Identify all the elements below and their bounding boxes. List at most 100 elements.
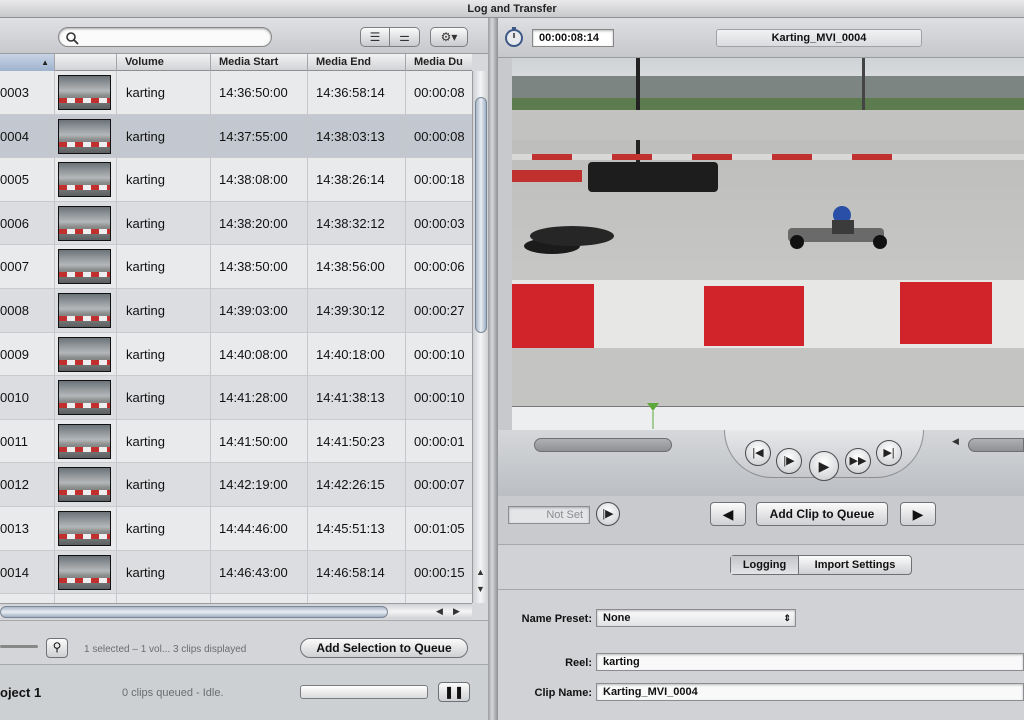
column-header-media-end[interactable]: Media End	[307, 54, 405, 71]
clip-media-end: 14:42:26:15	[316, 477, 385, 493]
thumbnail-column-header[interactable]	[54, 54, 116, 71]
horizontal-scrollbar[interactable]: ◀ ▶	[0, 603, 472, 619]
add-selection-to-queue-button[interactable]: Add Selection to Queue	[300, 638, 468, 658]
table-row[interactable]: 0011 karting 14:41:50:00 14:41:50:23 00:…	[0, 420, 472, 464]
table-row[interactable]: 0008 karting 14:39:03:00 14:39:30:12 00:…	[0, 289, 472, 333]
playhead-icon[interactable]	[646, 403, 660, 429]
pause-icon: ❚❚	[443, 685, 465, 699]
previous-clip-button[interactable]: ◀	[710, 502, 746, 526]
table-row[interactable]: 0012 karting 14:42:19:00 14:42:26:15 00:…	[0, 463, 472, 507]
person-icon[interactable]: ⚲	[46, 638, 68, 658]
view-toggle[interactable]: ☰ ⚌	[360, 27, 420, 47]
tab-logging[interactable]: Logging	[731, 556, 799, 574]
table-row[interactable]: 0013 karting 14:44:46:00 14:45:51:13 00:…	[0, 507, 472, 551]
list-view-icon[interactable]: ☰	[361, 28, 390, 46]
go-to-out-button[interactable]: ▶|	[876, 440, 902, 466]
clip-thumbnail-cell	[54, 376, 116, 419]
clip-volume: karting	[126, 477, 166, 493]
clip-thumbnail-cell	[54, 507, 116, 550]
action-menu-button[interactable]: ⚙▾	[430, 27, 468, 47]
go-to-in-icon: |◀	[752, 447, 764, 459]
name-preset-select[interactable]: None ⇕	[596, 609, 796, 627]
table-row[interactable]: 0005 karting 14:38:08:00 14:38:26:14 00:…	[0, 158, 472, 202]
logging-controls: Not Set |▶ ◀ Add Clip to Queue ▶	[498, 496, 1024, 544]
add-clip-to-queue-button[interactable]: Add Clip to Queue	[756, 502, 888, 526]
clip-thumbnail	[58, 118, 111, 154]
timecode-field[interactable]: 00:00:08:14	[532, 29, 614, 47]
reel-field[interactable]: karting	[596, 653, 1024, 671]
scroll-right-arrow-icon[interactable]: ▶	[453, 606, 460, 617]
search-icon	[66, 32, 79, 45]
clip-media-end: 14:45:51:13	[316, 521, 385, 536]
clip-thumbnail	[58, 205, 111, 241]
selection-status: 1 selected – 1 vol... 3 clips displayed	[84, 644, 247, 655]
play-around-button[interactable]: ▶▶	[845, 448, 871, 474]
clip-thumbnail-cell	[54, 420, 116, 463]
clip-name: 0003	[0, 85, 29, 100]
column-header-media-duration[interactable]: Media Du	[405, 54, 472, 71]
table-row[interactable]: 0004 karting 14:37:55:00 14:38:03:13 00:…	[0, 114, 472, 159]
clip-media-duration: 00:00:08	[414, 85, 465, 100]
play-button[interactable]: ▶	[809, 451, 839, 481]
scrubber-bar[interactable]	[512, 403, 1024, 430]
pane-divider[interactable]	[488, 18, 498, 720]
reel-label: Reel:	[565, 657, 592, 669]
queue-bar: oject 1 0 clips queued - Idle. ❚❚	[0, 664, 488, 720]
play-in-out-icon: |▶	[783, 455, 795, 467]
vertical-scroll-thumb[interactable]	[475, 97, 487, 333]
search-field[interactable]	[58, 27, 272, 47]
clip-volume: karting	[126, 390, 166, 406]
in-point-field[interactable]: Not Set	[508, 506, 590, 524]
shuttle-control[interactable]	[534, 438, 672, 452]
clip-thumbnail-cell	[54, 158, 116, 201]
gear-icon: ⚙▾	[440, 30, 458, 44]
pause-button[interactable]: ❚❚	[438, 682, 470, 702]
tab-import-settings[interactable]: Import Settings	[799, 556, 911, 574]
kart-video-frame	[512, 58, 1024, 406]
table-row[interactable]: 0003 karting 14:36:50:00 14:36:58:14 00:…	[0, 71, 472, 115]
zoom-slider[interactable]	[0, 645, 38, 648]
clip-name: 0004	[0, 128, 29, 144]
clip-media-duration: 00:00:27	[414, 303, 465, 318]
clip-name-field[interactable]: Karting_MVI_0004	[596, 683, 1024, 701]
table-row[interactable]: 0007 karting 14:38:50:00 14:38:56:00 00:…	[0, 245, 472, 289]
next-clip-button[interactable]: ▶	[900, 502, 936, 526]
table-row[interactable]: 0010 karting 14:41:28:00 14:41:38:13 00:…	[0, 376, 472, 420]
scroll-up-arrow-icon[interactable]: ▲	[476, 567, 485, 577]
go-to-out-icon: ▶|	[883, 447, 895, 459]
clip-media-end: 14:41:50:23	[316, 433, 385, 449]
table-row[interactable]: 0009 karting 14:40:08:00 14:40:18:00 00:…	[0, 333, 472, 377]
thumbnail-view-icon[interactable]: ⚌	[390, 28, 419, 46]
clip-thumbnail	[58, 249, 111, 285]
clip-media-start: 14:38:20:00	[219, 215, 288, 231]
clip-thumbnail	[58, 162, 111, 198]
table-row[interactable]: 0006 karting 14:38:20:00 14:38:32:12 00:…	[0, 201, 472, 246]
table-row[interactable]: 0014 karting 14:46:43:00 14:46:58:14 00:…	[0, 550, 472, 595]
clip-media-end: 14:41:38:13	[316, 390, 385, 406]
scroll-left-arrow-icon[interactable]: ◀	[436, 606, 443, 617]
name-column-header[interactable]: ▲	[0, 54, 54, 71]
column-header-volume[interactable]: Volume	[116, 54, 210, 71]
name-preset-value: None	[603, 612, 631, 624]
clip-media-end: 14:46:58:14	[316, 564, 385, 580]
clip-thumbnail-cell	[54, 71, 116, 114]
clip-media-duration: 00:00:01	[414, 433, 465, 449]
clip-volume: karting	[126, 259, 166, 275]
clip-name-label: Clip Name:	[534, 687, 592, 699]
go-to-in-button[interactable]: |◀	[745, 440, 771, 466]
clip-media-duration: 00:00:15	[414, 564, 465, 580]
clip-media-duration: 00:00:07	[414, 477, 465, 493]
clip-media-end: 14:36:58:14	[316, 85, 385, 100]
column-header-media-start[interactable]: Media Start	[210, 54, 307, 71]
horizontal-scroll-thumb[interactable]	[0, 606, 388, 618]
clip-name: 0006	[0, 215, 29, 231]
scroll-down-arrow-icon[interactable]: ▼	[476, 584, 485, 594]
vertical-scrollbar[interactable]: ▲ ▼	[472, 71, 488, 603]
clip-browser: ☰ ⚌ ⚙▾ ▲ Volume Media Start Media End Me…	[0, 18, 488, 720]
volume-slider[interactable]	[968, 438, 1024, 452]
transport-area: |◀ |▶ ▶ ▶▶ ▶| ◀	[498, 430, 1024, 496]
play-in-to-out-button[interactable]: |▶	[776, 448, 802, 474]
mark-in-button[interactable]: |▶	[596, 502, 620, 526]
clip-volume: karting	[126, 303, 166, 318]
clip-name: 0012	[0, 477, 29, 493]
